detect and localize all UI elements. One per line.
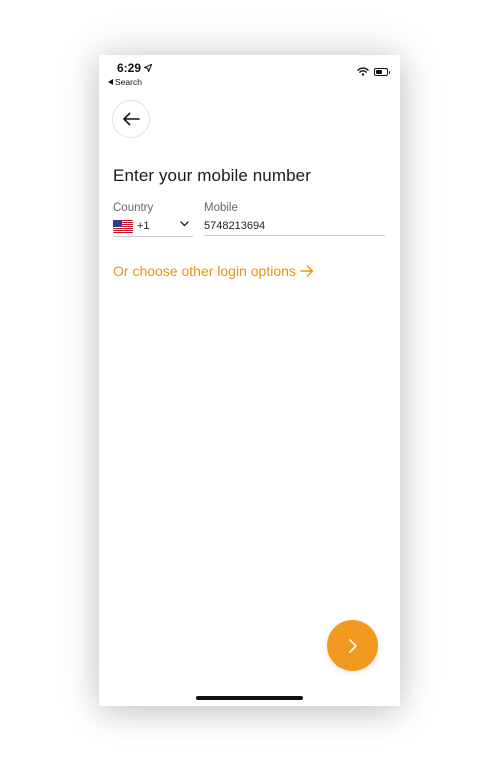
phone-screen: 6:29 Search Enter your mobile number Cou… (99, 55, 400, 706)
chevron-right-icon (348, 638, 357, 653)
location-arrow-icon (144, 64, 153, 72)
battery-icon (374, 67, 390, 76)
next-button[interactable] (327, 620, 378, 671)
other-login-label: Or choose other login options (113, 263, 296, 279)
us-flag-icon (113, 219, 133, 233)
back-triangle-icon (108, 79, 113, 85)
arrow-right-icon (300, 265, 314, 277)
country-code: +1 (137, 220, 150, 232)
status-time-text: 6:29 (117, 61, 142, 75)
flag-canton (113, 219, 122, 227)
mobile-label: Mobile (204, 202, 238, 214)
home-indicator[interactable] (196, 696, 303, 700)
screenshot-stage: 6:29 Search Enter your mobile number Cou… (0, 0, 500, 761)
other-login-options-link[interactable]: Or choose other login options (113, 263, 314, 279)
arrow-left-icon (123, 112, 140, 126)
chevron-down-icon (180, 221, 189, 227)
status-time: 6:29 (117, 61, 153, 75)
status-back-label: Search (115, 77, 142, 87)
country-select[interactable]: +1 (113, 216, 193, 237)
status-indicators (357, 67, 390, 76)
wifi-icon (357, 67, 369, 76)
back-button[interactable] (112, 100, 150, 138)
page-title: Enter your mobile number (113, 166, 311, 185)
country-label: Country (113, 202, 154, 214)
battery-fill (376, 69, 382, 74)
mobile-number-input[interactable] (204, 216, 385, 236)
status-back-to-app[interactable]: Search (108, 77, 142, 87)
